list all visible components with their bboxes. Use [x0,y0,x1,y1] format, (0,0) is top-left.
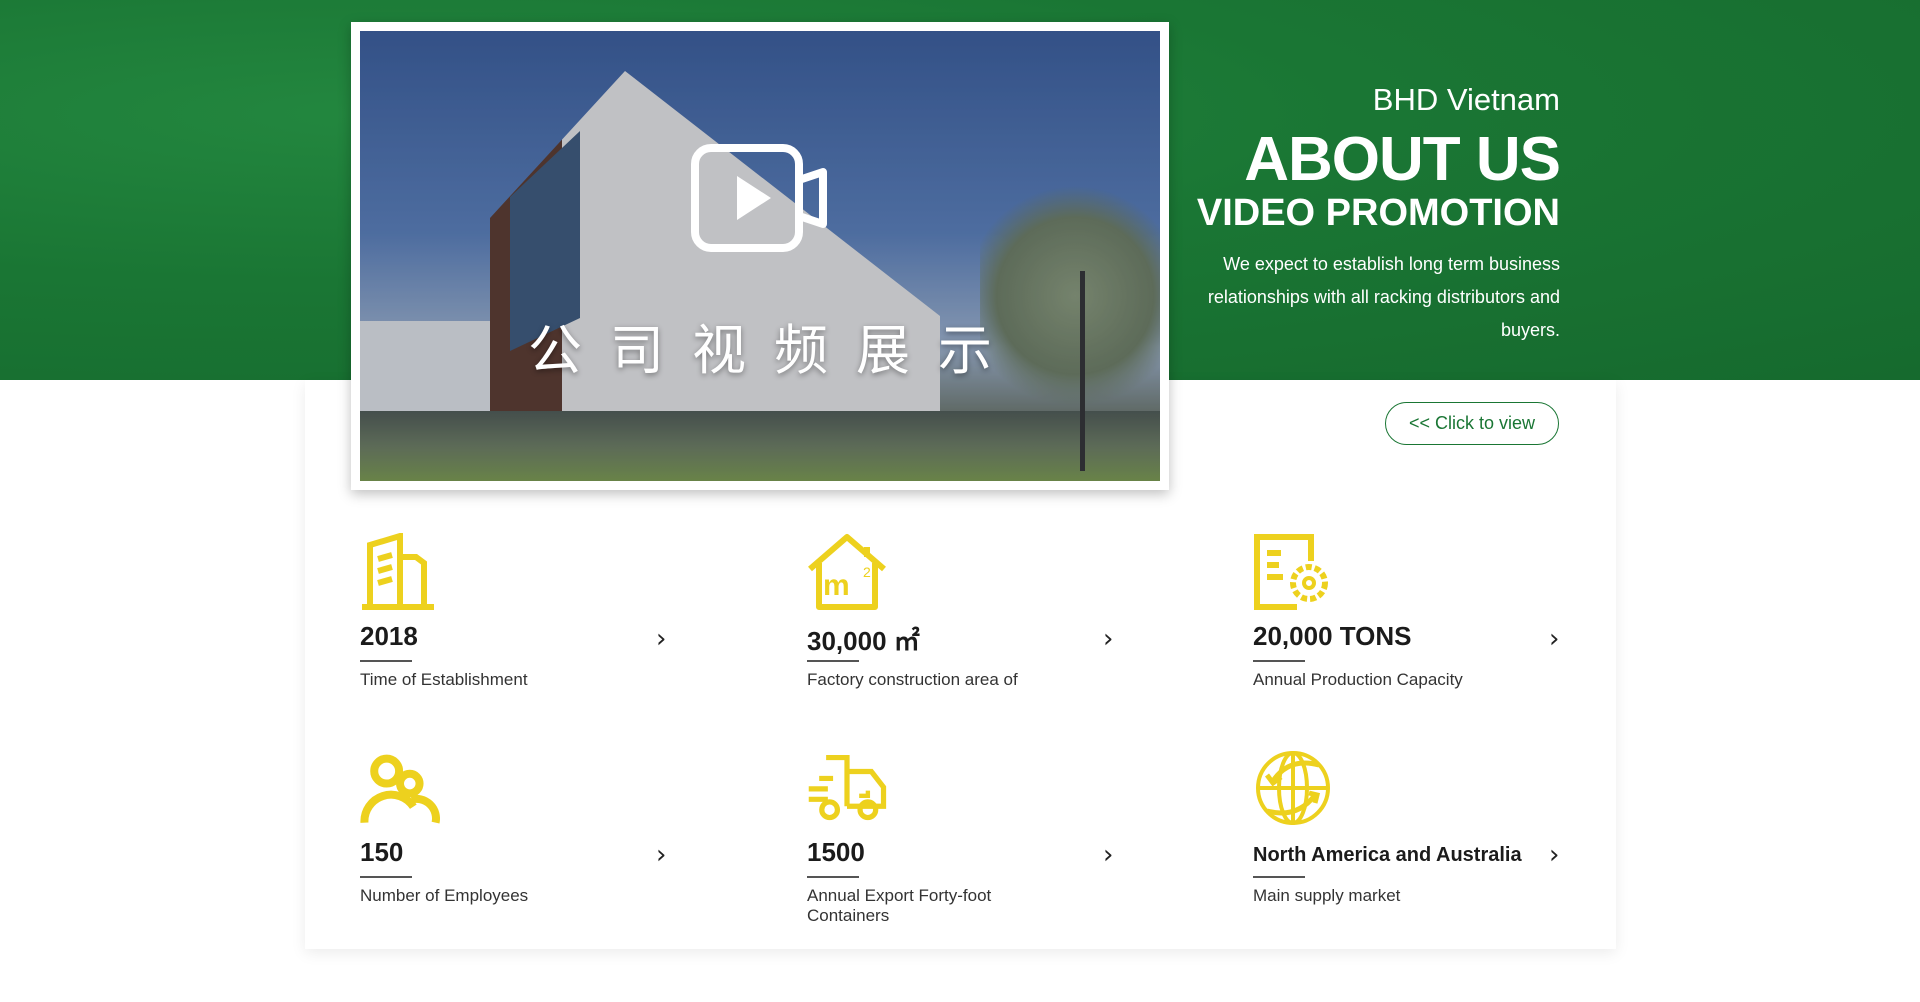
building-photo: 公司视频展示 [360,31,1160,481]
divider [360,660,412,662]
chevron-right-icon[interactable]: › [1103,840,1113,870]
video-caption: 公司视频展示 [528,319,1020,382]
stat-production-capacity: 20,000 TONS Annual Production Capacity › [1253,533,1573,713]
stat-value: 150 [360,837,404,867]
house-area-icon: m2 [808,534,886,610]
stat-factory-area: m2 30,000 ㎡ Factory construction area of… [807,533,1127,713]
page-title: ABOUT US [1244,125,1561,194]
stat-label: Annual Export Forty-foot Containers [807,886,992,925]
document-gear-icon [1254,534,1328,610]
svg-text:m: m [823,569,850,602]
building-icon [362,533,434,610]
stat-label: Time of Establishment [360,670,528,689]
stat-label: Factory construction area of [807,670,1018,689]
divider [807,660,859,662]
chevron-right-icon[interactable]: › [1103,624,1113,654]
stat-supply-market: North America and Australia Main supply … [1253,749,1573,929]
stat-employees: 150 Number of Employees › [360,749,680,929]
stat-label: Annual Production Capacity [1253,670,1463,689]
stat-value: 2018 [360,621,418,651]
stat-export-containers: 1500 Annual Export Forty-foot Containers… [807,749,1127,929]
chevron-right-icon[interactable]: › [656,840,666,870]
divider [1253,660,1305,662]
svg-text:2: 2 [863,564,871,580]
stat-value: 1500 [807,837,865,867]
intro-text: We expect to establish long term busines… [1207,254,1560,340]
stat-value: 30,000 ㎡ [807,626,920,656]
people-icon [360,754,440,824]
stat-value: North America and Australia [1253,844,1522,866]
stat-label: Number of Employees [360,886,529,905]
divider [1253,876,1305,878]
truck-icon [808,754,887,821]
stat-value: 20,000 TONS [1253,621,1412,651]
chevron-right-icon[interactable]: › [1549,624,1559,654]
divider [807,876,859,878]
chevron-right-icon[interactable]: › [656,624,666,654]
video-play-icon[interactable] [691,144,831,252]
divider [360,876,412,878]
stat-establishment: 2018 Time of Establishment › [360,533,680,713]
stat-label: Main supply market [1253,886,1401,905]
chevron-right-icon[interactable]: › [1549,840,1559,870]
video-thumbnail[interactable]: 公司视频展示 [351,22,1169,490]
company-name: BHD Vietnam [1372,82,1560,117]
page-subtitle: VIDEO PROMOTION [1196,192,1560,234]
globe-icon [1256,751,1330,825]
click-to-view-button[interactable]: << Click to view [1385,402,1559,445]
